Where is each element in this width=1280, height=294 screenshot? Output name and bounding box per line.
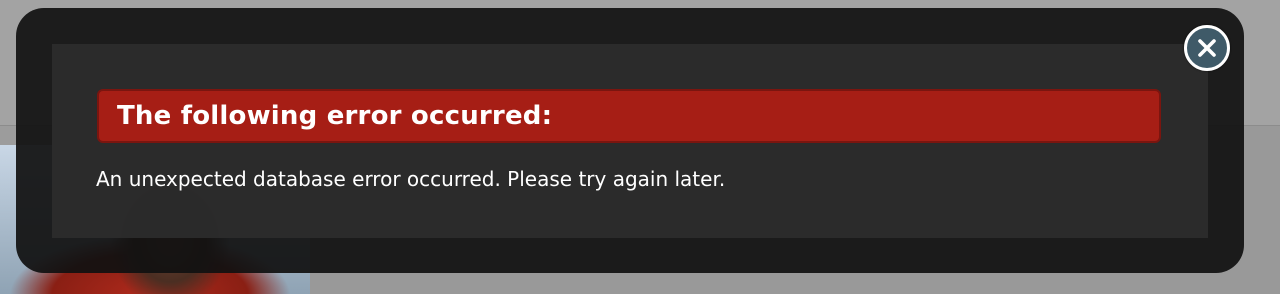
error-header: The following error occurred: [97,89,1161,143]
error-title: The following error occurred: [117,101,553,131]
error-modal: The following error occurred: An unexpec… [16,8,1244,273]
modal-content: The following error occurred: An unexpec… [52,44,1208,238]
close-button[interactable] [1184,25,1230,71]
error-message: An unexpected database error occurred. P… [96,167,726,191]
close-icon [1198,39,1216,57]
